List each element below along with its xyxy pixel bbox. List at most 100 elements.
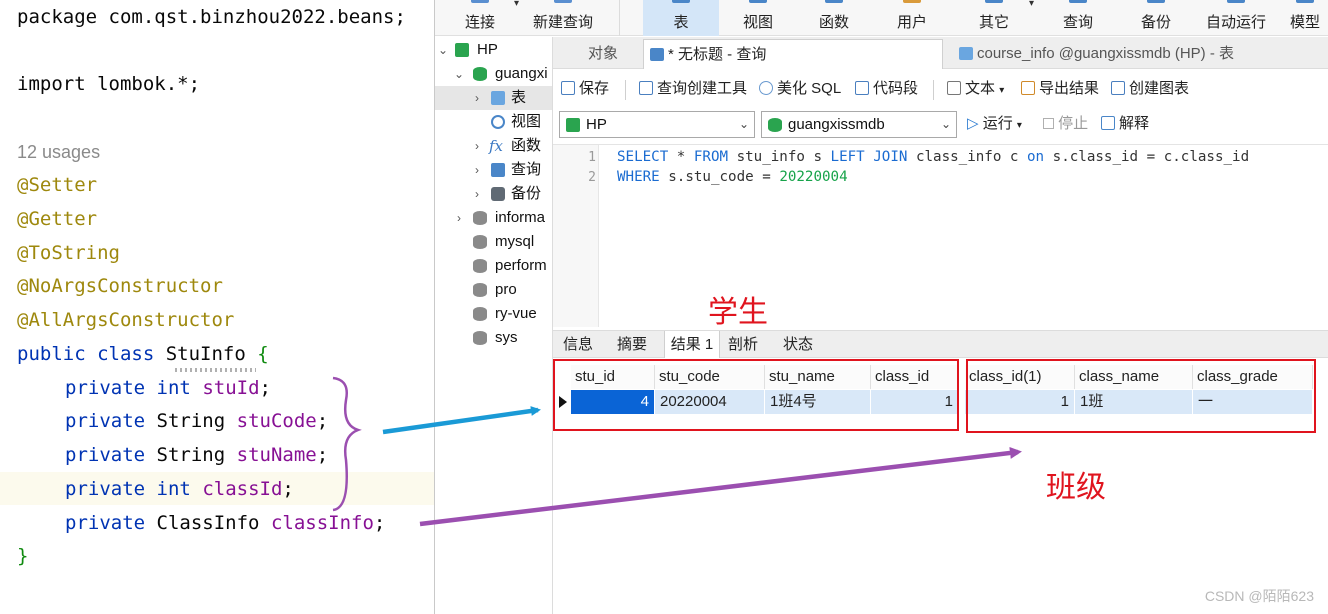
tab-summary[interactable]: 摘要 (607, 331, 657, 358)
code-snippet-button[interactable]: 代码段 (855, 79, 918, 99)
chevron-down-icon[interactable]: ⌄ (453, 62, 465, 86)
sql-line-1: SELECT * FROM stu_info s LEFT JOIN class… (617, 149, 1250, 165)
table-icon (672, 0, 690, 3)
import-line: import lombok.*; (17, 73, 201, 95)
database-icon (473, 67, 487, 81)
explain-button[interactable]: 解释 (1101, 113, 1149, 135)
annotation-noargs: @NoArgsConstructor (17, 275, 223, 297)
tree-views[interactable]: 视图 (435, 110, 552, 134)
tree-backups[interactable]: › 备份 (435, 182, 552, 206)
tab-course-info[interactable]: course_info @guangxissmdb (HP) - 表 (953, 39, 1283, 69)
database-icon (473, 259, 487, 273)
table-icon (491, 91, 505, 105)
annotation-allargs: @AllArgsConstructor (17, 309, 235, 331)
tab-status[interactable]: 状态 (773, 331, 823, 358)
chevron-down-icon[interactable]: ⌄ (437, 38, 449, 62)
database-icon (473, 235, 487, 249)
tree-connection-hp[interactable]: ⌄ HP (435, 38, 552, 62)
tab-bar: 对象 * 无标题 - 查询 course_info @guangxissmdb … (553, 37, 1328, 69)
watermark: CSDN @陌陌623 (1204, 588, 1314, 604)
line-number: 2 (588, 170, 596, 185)
table-tab-icon (959, 47, 973, 60)
tab-objects[interactable]: 对象 (563, 39, 643, 69)
tree-tables[interactable]: › 表 (435, 86, 552, 110)
user-button[interactable]: 用户 (881, 0, 943, 36)
query-button[interactable]: 查询 (1047, 0, 1109, 36)
tab-result-1[interactable]: 结果 1 (664, 331, 720, 358)
other-button[interactable]: 其它 (963, 0, 1025, 36)
connection-icon (566, 118, 580, 132)
new-query-button[interactable]: 新建查询 (525, 0, 601, 36)
query-builder-button[interactable]: 查询创建工具 (639, 79, 747, 99)
text-button[interactable]: 文本 ▾ (947, 79, 1004, 99)
automation-button[interactable]: 自动运行 (1197, 0, 1275, 36)
toolbar-divider (933, 80, 934, 100)
server-select[interactable]: HP ⌄ (559, 111, 755, 138)
field-line: private ClassInfo classInfo; (65, 512, 386, 534)
field-name: stuId (202, 377, 260, 399)
annotation-tostring: @ToString (17, 242, 120, 264)
tab-untitled-query[interactable]: * 无标题 - 查询 (643, 39, 943, 69)
code-editor[interactable]: package com.qst.binzhou2022.beans; impor… (0, 0, 434, 614)
snippet-icon (855, 81, 869, 95)
model-button[interactable]: 模型 (1281, 0, 1328, 36)
text-dropdown-icon: ▾ (999, 85, 1005, 96)
create-chart-button[interactable]: 创建图表 (1111, 79, 1189, 99)
usages-hint[interactable]: 12 usages (17, 137, 100, 167)
connect-dropdown-icon[interactable]: ▾ (514, 0, 519, 9)
field-line: private String stuCode; (65, 410, 329, 432)
field-type: int (156, 478, 191, 500)
database-icon (473, 211, 487, 225)
field-type: ClassInfo (156, 512, 260, 534)
tree-db-guangxi[interactable]: ⌄ guangxi (435, 62, 552, 86)
sql-line-2: WHERE s.stu_code = 20220004 (617, 169, 848, 185)
chevron-right-icon[interactable]: › (453, 206, 465, 230)
line-number: 1 (588, 150, 596, 165)
model-icon (1296, 0, 1314, 3)
backup-icon (1147, 0, 1165, 3)
field-line: private int stuId; (65, 377, 271, 399)
chevron-right-icon[interactable]: › (471, 86, 483, 110)
tree-db-performance[interactable]: perform (435, 254, 552, 278)
connection-icon (455, 43, 469, 57)
run-button[interactable]: ▷ 运行 ▾ (967, 113, 1022, 135)
field-type: String (156, 410, 226, 432)
connect-button[interactable]: 连接 (449, 0, 511, 36)
view-button[interactable]: 视图 (727, 0, 789, 36)
sql-editor[interactable]: 1 2 SELECT * FROM stu_info s LEFT JOIN c… (553, 144, 1328, 327)
tree-db-ry-vue[interactable]: ry-vue (435, 302, 552, 326)
student-columns-highlight (553, 359, 959, 431)
field-line: private String stuName; (65, 444, 329, 466)
field-modifier: private (65, 444, 146, 466)
connection-tree: ⌄ HP ⌄ guangxi › 表 视图 › fx 函数 › 查询 › 备份 … (435, 37, 553, 614)
toolbar-divider (625, 80, 626, 100)
beautify-icon (759, 81, 773, 95)
tab-info[interactable]: 信息 (553, 331, 603, 358)
query-icon (1069, 0, 1087, 3)
tree-db-sys[interactable]: sys (435, 326, 552, 350)
database-select[interactable]: guangxissmdb ⌄ (761, 111, 957, 138)
function-button[interactable]: 函数 (803, 0, 865, 36)
field-modifier: private (65, 478, 146, 500)
tree-functions[interactable]: › fx 函数 (435, 134, 552, 158)
chevron-right-icon[interactable]: › (471, 182, 483, 206)
navicat-window: 连接 ▾ 新建查询 表 视图 函数 用户 其它 ▾ 查询 备份 自动运行 模型 … (434, 0, 1328, 614)
save-button[interactable]: 保存 (561, 79, 609, 99)
chevron-right-icon[interactable]: › (471, 134, 483, 158)
chevron-right-icon[interactable]: › (471, 158, 483, 182)
beautify-sql-button[interactable]: 美化 SQL (759, 79, 841, 99)
stop-button[interactable]: 停止 (1043, 113, 1088, 135)
tree-db-information[interactable]: › informa (435, 206, 552, 230)
tree-queries[interactable]: › 查询 (435, 158, 552, 182)
backup-button[interactable]: 备份 (1125, 0, 1187, 36)
query-builder-icon (639, 81, 653, 95)
typo-underline (172, 368, 256, 372)
tree-db-pro[interactable]: pro (435, 278, 552, 302)
table-button[interactable]: 表 (643, 0, 719, 36)
export-result-button[interactable]: 导出结果 (1021, 79, 1099, 99)
tree-db-mysql[interactable]: mysql (435, 230, 552, 254)
tab-profile[interactable]: 剖析 (720, 331, 766, 358)
function-icon: fx (489, 137, 504, 155)
other-dropdown-icon[interactable]: ▾ (1029, 0, 1034, 9)
automation-icon (1227, 0, 1245, 3)
